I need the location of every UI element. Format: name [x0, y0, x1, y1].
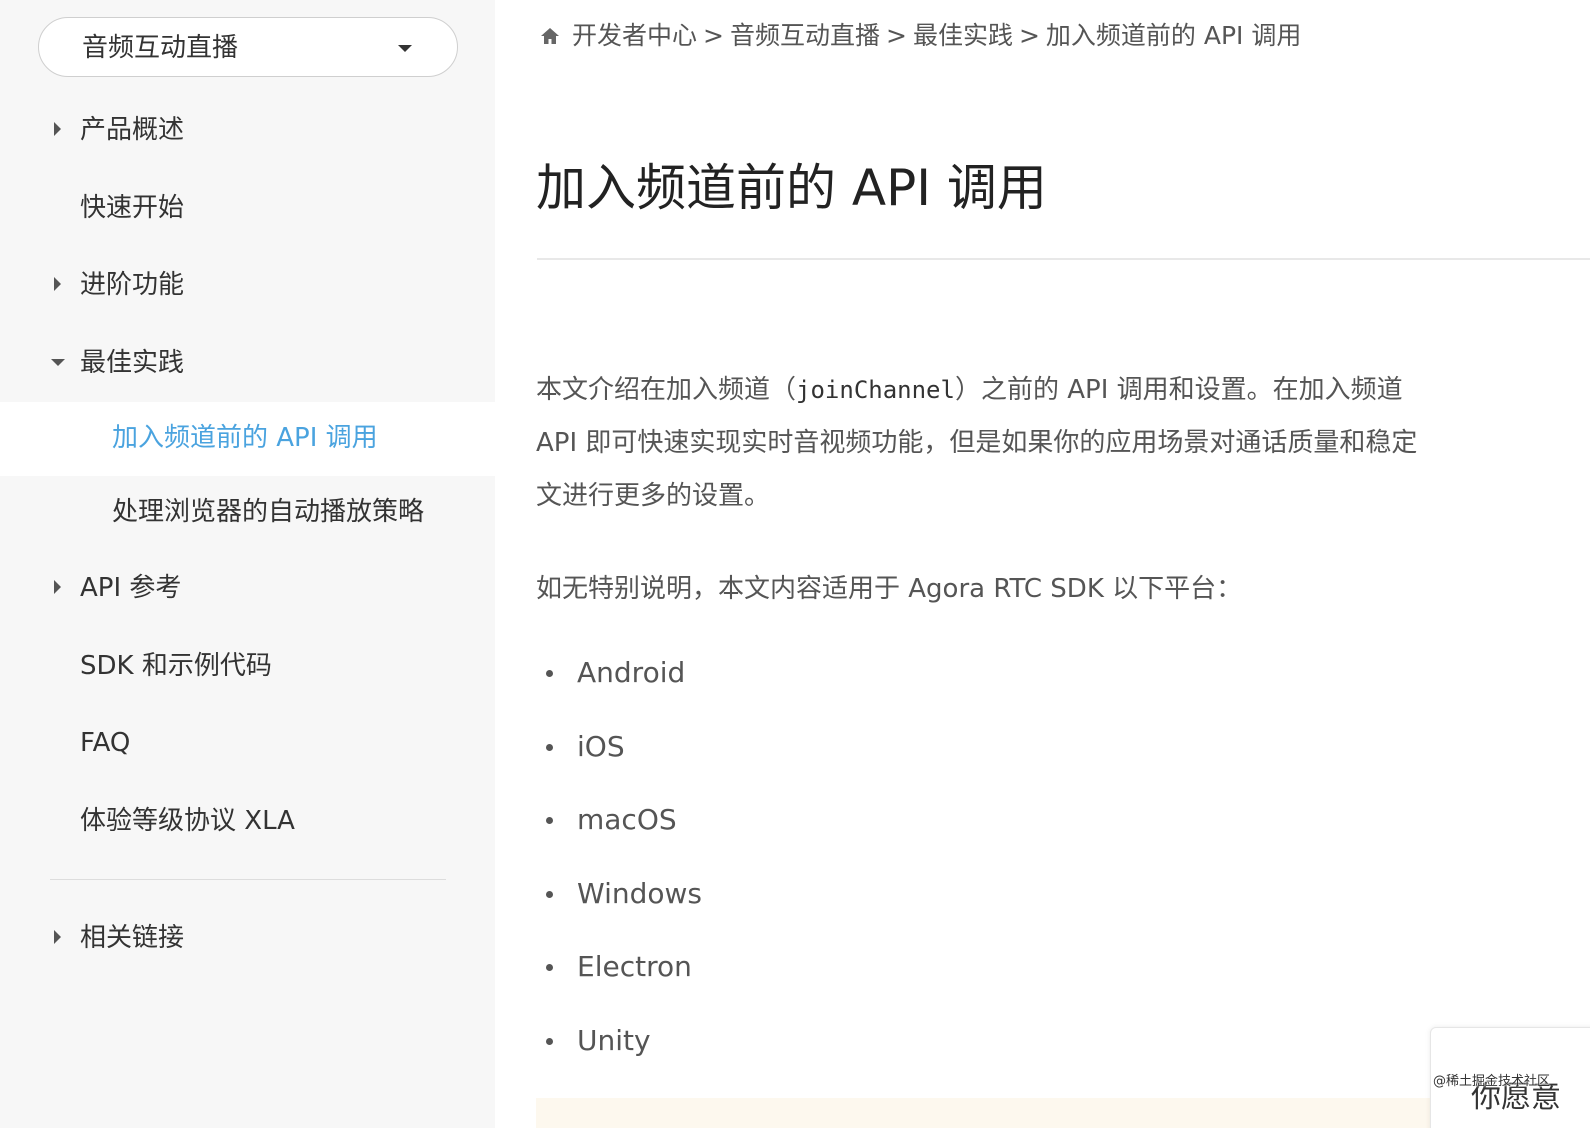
sidebar-item-label: 快速开始 — [80, 192, 185, 223]
product-select-value: 音频互动直播 — [82, 33, 239, 63]
intro-text: ）之前的 API 调用和设置。在加入频道 — [954, 375, 1403, 405]
breadcrumb-link-best-practices[interactable]: 最佳实践 — [913, 21, 1013, 50]
caret-down-icon — [398, 45, 412, 52]
sidebar-nav: 产品概述 快速开始 进阶功能 最佳实践 加入频道前的 API 调用 处理浏览器的… — [0, 92, 495, 860]
platform-label: macOS — [577, 803, 677, 837]
sidebar-item-api-reference[interactable]: API 参考 — [0, 550, 495, 628]
sidebar-item-label: 进阶功能 — [80, 270, 185, 300]
platform-label: Android — [577, 656, 686, 689]
sidebar-item-product-overview[interactable]: 产品概述 — [0, 92, 495, 170]
sidebar-item-label: 体验等级协议 XLA — [80, 805, 295, 836]
bullet-icon — [546, 817, 553, 825]
bullet-icon — [546, 670, 553, 677]
bullet-icon — [546, 1037, 553, 1045]
list-item: Android — [536, 636, 702, 710]
intro-paragraph: 本文介绍在加入频道（joinChannel）之前的 API 调用和设置。在加入频… — [536, 364, 1590, 523]
docs-page: 音频互动直播 产品概述 快速开始 进阶功能 最佳实践 加入频道前的 API 调用 — [0, 0, 1590, 1128]
sidebar-item-sdk-samples[interactable]: SDK 和示例代码 — [0, 628, 495, 706]
sidebar-subitem-label: 处理浏览器的自动播放策略 — [112, 497, 425, 527]
breadcrumb-separator: > — [1018, 21, 1040, 50]
list-item: macOS — [536, 783, 702, 857]
page-title: 加入频道前的 API 调用 — [536, 159, 1047, 217]
list-item: Windows — [536, 857, 702, 931]
sidebar-subitem-label: 加入频道前的 API 调用 — [112, 423, 378, 453]
sidebar-subitem-autoplay-policy[interactable]: 处理浏览器的自动播放策略 — [0, 476, 495, 550]
breadcrumb-link-product[interactable]: 音频互动直播 — [730, 21, 880, 50]
intro-line-1: 本文介绍在加入频道（joinChannel）之前的 API 调用和设置。在加入频… — [536, 364, 1590, 417]
applies-to-text: 如无特别说明，本文内容适用于 Agora RTC SDK 以下平台： — [536, 574, 1243, 604]
breadcrumb-current: 加入频道前的 API 调用 — [1045, 21, 1302, 50]
sidebar-item-xla[interactable]: 体验等级协议 XLA — [0, 783, 495, 861]
list-item: Unity — [536, 1004, 702, 1078]
inline-code: joinChannel — [796, 376, 955, 404]
sidebar-item-label: API 参考 — [80, 573, 182, 603]
caret-right-icon — [54, 122, 61, 136]
sidebar-item-label: FAQ — [80, 728, 131, 758]
sidebar-item-label: SDK 和示例代码 — [80, 650, 272, 681]
sidebar-subitem-api-before-join[interactable]: 加入频道前的 API 调用 — [0, 402, 495, 476]
list-item: Electron — [536, 930, 702, 1004]
caret-down-icon — [51, 358, 65, 366]
intro-text: 本文介绍在加入频道（ — [536, 375, 797, 405]
intro-line-2: API 即可快速实现实时音视频功能，但是如果你的应用场景对通话质量和稳定 — [536, 428, 1418, 458]
sidebar-item-label: 最佳实践 — [80, 347, 185, 378]
caret-right-icon — [54, 277, 61, 291]
platform-label: Electron — [577, 950, 692, 984]
product-select[interactable]: 音频互动直播 — [38, 17, 458, 77]
caret-right-icon — [54, 580, 61, 594]
sidebar-item-label: 产品概述 — [80, 115, 185, 145]
breadcrumb-separator: > — [885, 21, 907, 50]
intro-line-3: 文进行更多的设置。 — [536, 481, 771, 511]
bullet-icon — [546, 890, 553, 898]
watermark: @稀土掘金技术社区 — [1433, 1074, 1551, 1089]
breadcrumb: 开发者中心 > 音频互动直播 > 最佳实践 > 加入频道前的 API 调用 — [540, 20, 1301, 52]
bullet-icon — [546, 743, 553, 751]
sidebar-item-best-practices[interactable]: 最佳实践 — [0, 325, 495, 403]
main-content: 开发者中心 > 音频互动直播 > 最佳实践 > 加入频道前的 API 调用 加入频道前的 A… — [495, 0, 1590, 1128]
breadcrumb-separator: > — [703, 21, 724, 50]
sidebar-item-faq[interactable]: FAQ — [0, 705, 495, 783]
bullet-icon — [546, 964, 553, 972]
title-divider — [537, 258, 1590, 260]
sidebar-item-related-links[interactable]: 相关链接 — [0, 900, 495, 977]
sidebar-item-label: 相关链接 — [80, 923, 185, 953]
platform-label: iOS — [577, 729, 625, 763]
platform-list: Android iOS macOS Windows Electron Unity — [536, 636, 702, 1078]
platform-label: Unity — [577, 1023, 651, 1057]
sidebar-item-advanced-features[interactable]: 进阶功能 — [0, 247, 495, 325]
caret-right-icon — [54, 930, 61, 944]
list-item: iOS — [536, 710, 702, 784]
sidebar-divider — [50, 879, 446, 880]
sidebar-item-quick-start[interactable]: 快速开始 — [0, 170, 495, 248]
platform-label: Windows — [577, 876, 702, 910]
sidebar: 音频互动直播 产品概述 快速开始 进阶功能 最佳实践 加入频道前的 API 调用 — [0, 0, 495, 1128]
breadcrumb-link-developer-center[interactable]: 开发者中心 — [572, 21, 697, 50]
home-icon[interactable] — [540, 26, 560, 46]
